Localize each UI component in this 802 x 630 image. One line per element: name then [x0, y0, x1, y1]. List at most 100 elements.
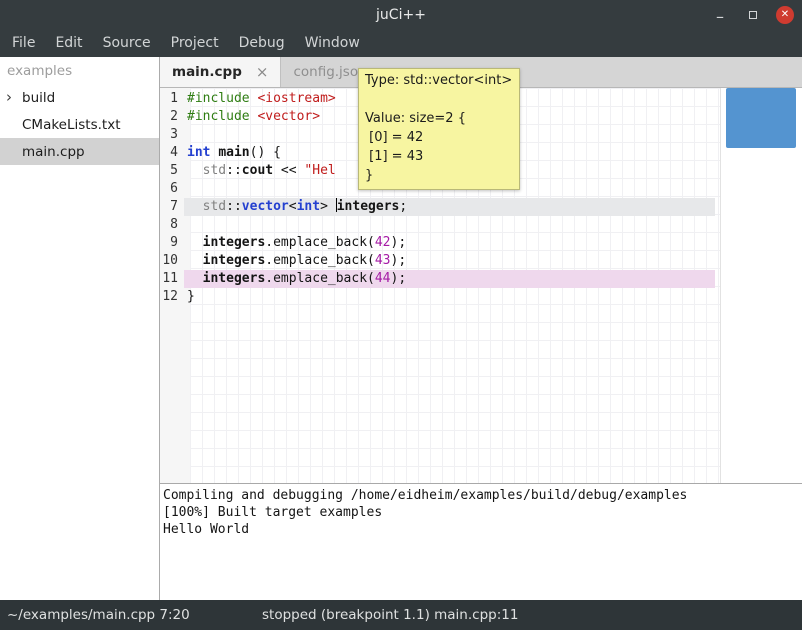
output-line: Hello World: [163, 521, 802, 538]
token: 44: [375, 271, 391, 286]
tab-close-icon[interactable]: ×: [256, 65, 269, 80]
token: );: [391, 253, 407, 268]
tab-main.cpp[interactable]: main.cpp ×: [160, 57, 281, 87]
tooltip-line: Type: std::vector<int>: [365, 71, 512, 90]
tab-label: main.cpp: [172, 64, 242, 80]
token: ::: [226, 163, 242, 178]
token: [328, 199, 336, 214]
code-text[interactable]: integers.emplace_back(42);: [184, 234, 715, 252]
code-line: 12}: [160, 288, 802, 306]
close-icon: ✕: [781, 10, 789, 20]
line-number[interactable]: 10: [160, 252, 184, 270]
token: [187, 253, 203, 268]
menu-item-file[interactable]: File: [2, 30, 45, 57]
token: integers: [337, 199, 400, 214]
token: .emplace_back(: [265, 271, 375, 286]
token: >: [320, 199, 328, 214]
line-number[interactable]: 9: [160, 234, 184, 252]
tree-item-label: CMakeLists.txt: [22, 117, 121, 133]
statusbar: ~/examples/main.cpp 7:20 stopped (breakp…: [0, 600, 802, 630]
menu-item-edit[interactable]: Edit: [45, 30, 92, 57]
file-tree: ›build CMakeLists.txt main.cpp: [0, 84, 159, 165]
menu-item-source[interactable]: Source: [93, 30, 161, 57]
statusbar-file-position: ~/examples/main.cpp 7:20: [7, 600, 190, 630]
token: }: [187, 289, 195, 304]
token: .emplace_back(: [265, 235, 375, 250]
debug-tooltip: Type: std::vector<int> Value: size=2 { […: [358, 68, 520, 190]
code-line: 11 integers.emplace_back(44);: [160, 270, 802, 288]
token: [187, 235, 203, 250]
titlebar: juCi++ –✕: [0, 0, 802, 30]
output-line: Compiling and debugging /home/eidheim/ex…: [163, 487, 802, 504]
code-text[interactable]: [184, 216, 715, 234]
token: std: [203, 163, 226, 178]
minimize-button[interactable]: –: [710, 5, 730, 25]
token: int: [297, 199, 320, 214]
project-name: examples: [0, 57, 159, 84]
line-number[interactable]: 11: [160, 270, 184, 288]
menubar: FileEditSourceProjectDebugWindow: [0, 30, 802, 57]
menu-item-project[interactable]: Project: [161, 30, 229, 57]
line-number[interactable]: 5: [160, 162, 184, 180]
token: integers: [203, 271, 266, 286]
restore-icon: [749, 11, 757, 19]
statusbar-debug-status: stopped (breakpoint 1.1) main.cpp:11: [262, 600, 518, 630]
token: [187, 199, 203, 214]
token: #include: [187, 91, 250, 106]
menu-item-window[interactable]: Window: [295, 30, 370, 57]
token: cout: [242, 163, 273, 178]
output-panel[interactable]: Compiling and debugging /home/eidheim/ex…: [160, 483, 802, 600]
token: int: [187, 145, 210, 160]
code-text[interactable]: }: [184, 288, 715, 306]
code-line: 7 std::vector<int> integers;: [160, 198, 802, 216]
close-button[interactable]: ✕: [776, 6, 794, 24]
token: <<: [273, 163, 304, 178]
token: () {: [250, 145, 281, 160]
tab-label: config.json: [293, 64, 366, 80]
tree-item-cmakelists.txt[interactable]: CMakeLists.txt: [0, 111, 159, 138]
token: #include: [187, 109, 250, 124]
token: );: [391, 235, 407, 250]
line-number[interactable]: 6: [160, 180, 184, 198]
tree-item-main.cpp[interactable]: main.cpp: [0, 138, 159, 165]
tooltip-line: [0] = 42: [365, 128, 512, 147]
token: <vector>: [257, 109, 320, 124]
token: integers: [203, 235, 266, 250]
token: ;: [399, 199, 407, 214]
tree-item-build[interactable]: ›build: [0, 84, 159, 111]
menu-item-debug[interactable]: Debug: [229, 30, 295, 57]
sidebar: examples ›build CMakeLists.txt main.cpp: [0, 57, 160, 600]
line-number[interactable]: 2: [160, 108, 184, 126]
tree-item-label: build: [22, 90, 55, 106]
tooltip-line: [365, 90, 512, 109]
token: integers: [203, 253, 266, 268]
token: <: [289, 199, 297, 214]
code-line: 10 integers.emplace_back(43);: [160, 252, 802, 270]
token: 43: [375, 253, 391, 268]
line-number[interactable]: 3: [160, 126, 184, 144]
token: vector: [242, 199, 289, 214]
code-text[interactable]: std::vector<int> integers;: [184, 198, 715, 216]
tooltip-line: [1] = 43: [365, 147, 512, 166]
token: [187, 163, 203, 178]
code-text[interactable]: integers.emplace_back(44);: [184, 270, 715, 288]
line-number[interactable]: 1: [160, 90, 184, 108]
token: std: [203, 199, 226, 214]
output-line: [100%] Built target examples: [163, 504, 802, 521]
minimize-icon: –: [716, 9, 724, 25]
token: "Hel: [304, 163, 335, 178]
line-number[interactable]: 4: [160, 144, 184, 162]
restore-button[interactable]: [743, 5, 763, 25]
line-number[interactable]: 8: [160, 216, 184, 234]
token: .emplace_back(: [265, 253, 375, 268]
chevron-right-icon: ›: [6, 90, 22, 105]
token: <iostream>: [257, 91, 335, 106]
tree-item-label: main.cpp: [22, 144, 85, 160]
token: ::: [226, 199, 242, 214]
code-line: 8: [160, 216, 802, 234]
tooltip-line: Value: size=2 {: [365, 109, 512, 128]
code-text[interactable]: integers.emplace_back(43);: [184, 252, 715, 270]
scrollbar-thumb[interactable]: [726, 88, 796, 148]
line-number[interactable]: 12: [160, 288, 184, 306]
line-number[interactable]: 7: [160, 198, 184, 216]
